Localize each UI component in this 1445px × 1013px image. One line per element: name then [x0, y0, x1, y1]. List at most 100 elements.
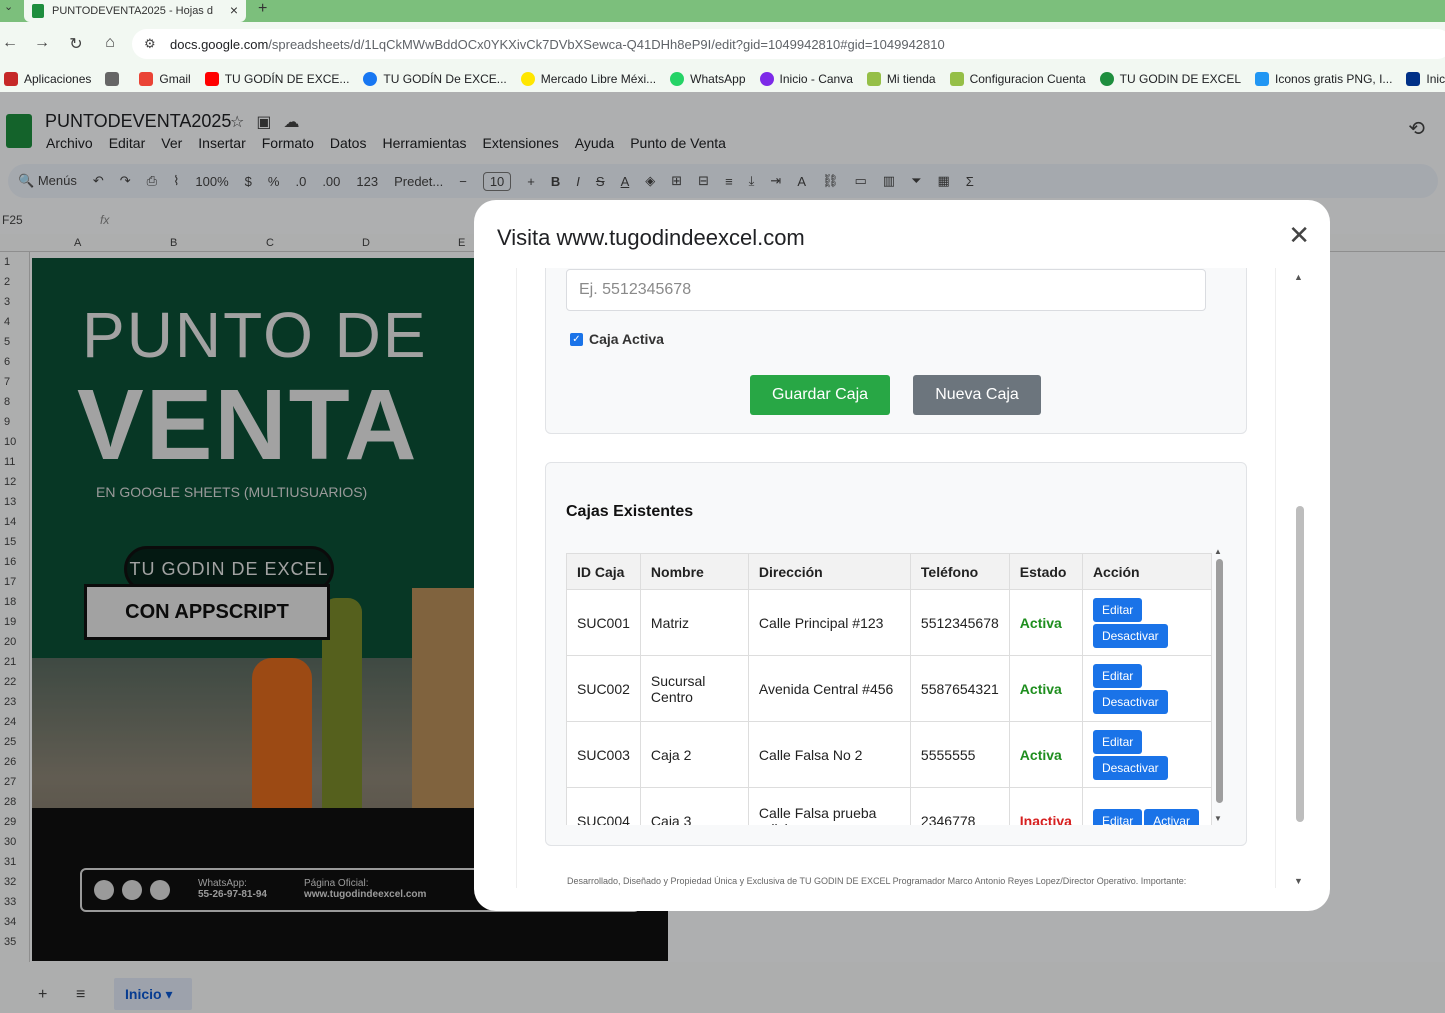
home-icon[interactable]: ⌂ [100, 34, 120, 52]
bookmark-item[interactable]: TU GODÍN DE EXCE... [204, 72, 349, 86]
editar-button[interactable]: Editar [1092, 597, 1143, 622]
cajas-table-scroll[interactable]: ID Caja Nombre Dirección Teléfono Estado… [566, 553, 1212, 825]
modal-scrollbar[interactable]: ▲ ▼ [1294, 272, 1306, 886]
cell-direccion: Calle Falsa prueba edicion [747, 787, 911, 825]
cell-direccion: Avenida Central #456 [747, 655, 911, 722]
caja-activa-checkbox[interactable]: ✓ [570, 332, 583, 346]
site-info-icon[interactable]: ⚙ [144, 36, 156, 52]
cell-nombre: Caja 3 [639, 787, 749, 825]
cajas-list-title: Cajas Existentes [566, 503, 694, 520]
caja-form-card: ✓ Caja Activa Guardar Caja Nueva Caja [545, 268, 1247, 434]
cell-nombre: Caja 2 [639, 721, 749, 788]
modal-title: Visita www.tugodindeexcel.com [497, 225, 805, 250]
cell-accion: Editar Activar [1081, 787, 1212, 825]
bookmark-item[interactable]: Aplicaciones [4, 72, 91, 86]
editar-button[interactable]: Editar [1092, 663, 1143, 688]
bookmark-item[interactable]: Gmail [139, 72, 191, 86]
grid-icon [105, 72, 120, 86]
col-direccion: Dirección [747, 553, 911, 590]
desactivar-button[interactable]: Desactivar [1092, 689, 1168, 714]
guardar-caja-button[interactable]: Guardar Caja [750, 375, 890, 415]
bookmark-item[interactable]: Iconos gratis PNG, I... [1255, 72, 1392, 86]
cell-telefono: 5512345678 [909, 589, 1010, 656]
editar-button[interactable]: Editar [1092, 729, 1143, 754]
cell-telefono: 5587654321 [909, 655, 1010, 722]
table-row: SUC001 Matriz Calle Principal #123 55123… [566, 589, 1212, 656]
scroll-up-icon[interactable]: ▲ [1294, 272, 1303, 282]
url-host: docs.google.com [170, 36, 269, 52]
bookmark-item[interactable]: Inicio - PayP [1406, 72, 1445, 86]
bookmark-item[interactable]: Mi tienda [866, 72, 936, 86]
desactivar-button[interactable]: Desactivar [1092, 755, 1168, 780]
col-id: ID Caja [566, 553, 641, 590]
shopify-icon [949, 72, 964, 86]
cell-id: SUC003 [566, 721, 641, 788]
bookmark-item[interactable] [105, 72, 125, 86]
bookmark-item[interactable]: TU GODÍN De EXCE... [363, 72, 507, 86]
browser-tabbar: ⌄ PUNTODEVENTA2025 - Hojas d × + [0, 0, 1445, 22]
tab-list-icon[interactable]: ⌄ [4, 0, 13, 13]
status-badge: Activa [1008, 721, 1083, 788]
cell-accion: Editar Desactivar [1081, 655, 1212, 722]
browser-tab[interactable]: PUNTODEVENTA2025 - Hojas d × [24, 0, 246, 22]
back-icon[interactable]: ← [0, 34, 20, 52]
footer-credit: Desarrollado, Diseñado y Propiedad Única… [567, 876, 1187, 886]
bookmark-item[interactable]: Configuracion Cuenta [949, 72, 1086, 86]
modal-scroll-thumb[interactable] [1296, 506, 1304, 822]
table-row: SUC003 Caja 2 Calle Falsa No 2 5555555 A… [566, 721, 1212, 788]
url-path: /spreadsheets/d/1LqCkMWwBddOCx0YKXivCk7D… [268, 36, 945, 52]
cell-id: SUC001 [566, 589, 641, 656]
phone-field[interactable] [566, 269, 1206, 311]
cell-accion: Editar Desactivar [1081, 721, 1212, 788]
caja-activa-row[interactable]: ✓ Caja Activa [570, 331, 664, 347]
scroll-down-icon[interactable]: ▼ [1294, 876, 1303, 886]
cell-telefono: 5555555 [909, 721, 1010, 788]
tab-title: PUNTODEVENTA2025 - Hojas d [52, 5, 213, 17]
editar-button[interactable]: Editar [1092, 808, 1143, 825]
cell-id: SUC004 [566, 787, 641, 825]
gmail-icon [139, 72, 154, 86]
reload-icon[interactable]: ↻ [66, 34, 86, 54]
table-row: SUC002 Sucursal Centro Avenida Central #… [566, 655, 1212, 722]
cell-accion: Editar Desactivar [1081, 589, 1212, 656]
apps-grid-icon [4, 72, 18, 86]
bookmark-item[interactable]: Mercado Libre Méxi... [520, 72, 656, 86]
new-tab-icon[interactable]: + [258, 0, 267, 18]
modal-content: ✓ Caja Activa Guardar Caja Nueva Caja Ca… [516, 268, 1276, 888]
bookmark-item[interactable]: WhatsApp [670, 72, 746, 86]
desactivar-button[interactable]: Desactivar [1092, 623, 1168, 648]
address-bar-row: ← → ↻ ⌂ ⚙ docs.google.com/spreadsheets/d… [0, 22, 1445, 66]
site-icon [1099, 72, 1114, 86]
cell-id: SUC002 [566, 655, 641, 722]
cell-nombre: Sucursal Centro [639, 655, 749, 722]
status-badge: Inactiva [1008, 787, 1083, 825]
scroll-down-icon[interactable]: ▼ [1214, 814, 1222, 823]
facebook-icon [363, 72, 378, 86]
paypal-icon [1406, 72, 1421, 86]
table-scrollbar[interactable]: ▲ ▼ [1214, 547, 1224, 823]
bookmarks-bar: Aplicaciones Gmail TU GODÍN DE EXCE... T… [0, 66, 1445, 92]
forward-icon[interactable]: → [32, 34, 52, 52]
table-scroll-thumb[interactable] [1216, 559, 1223, 803]
shopify-icon [866, 72, 881, 86]
youtube-icon [204, 72, 219, 86]
col-estado: Estado [1008, 553, 1083, 590]
col-telefono: Teléfono [909, 553, 1010, 590]
close-icon[interactable]: ✕ [1288, 222, 1310, 248]
cell-telefono: 2346778 [909, 787, 1010, 825]
modal-dialog: Visita www.tugodindeexcel.com ✕ ✓ Caja A… [474, 200, 1330, 911]
nueva-caja-button[interactable]: Nueva Caja [913, 375, 1041, 415]
table-header-row: ID Caja Nombre Dirección Teléfono Estado… [566, 553, 1212, 590]
scroll-up-icon[interactable]: ▲ [1214, 547, 1222, 556]
tab-close-icon[interactable]: × [230, 2, 238, 18]
cajas-list-card: Cajas Existentes ID Caja Nombre Direcció… [545, 462, 1247, 846]
cajas-table: ID Caja Nombre Dirección Teléfono Estado… [566, 553, 1212, 825]
bookmark-item[interactable]: Inicio - Canva [759, 72, 853, 86]
activar-button[interactable]: Activar [1144, 808, 1199, 825]
col-nombre: Nombre [639, 553, 749, 590]
url-field[interactable]: ⚙ docs.google.com/spreadsheets/d/1LqCkMW… [132, 29, 1445, 59]
cell-direccion: Calle Falsa No 2 [747, 721, 911, 788]
status-badge: Activa [1008, 655, 1083, 722]
flaticon-icon [1255, 72, 1270, 86]
bookmark-item[interactable]: TU GODIN DE EXCEL [1099, 72, 1241, 86]
